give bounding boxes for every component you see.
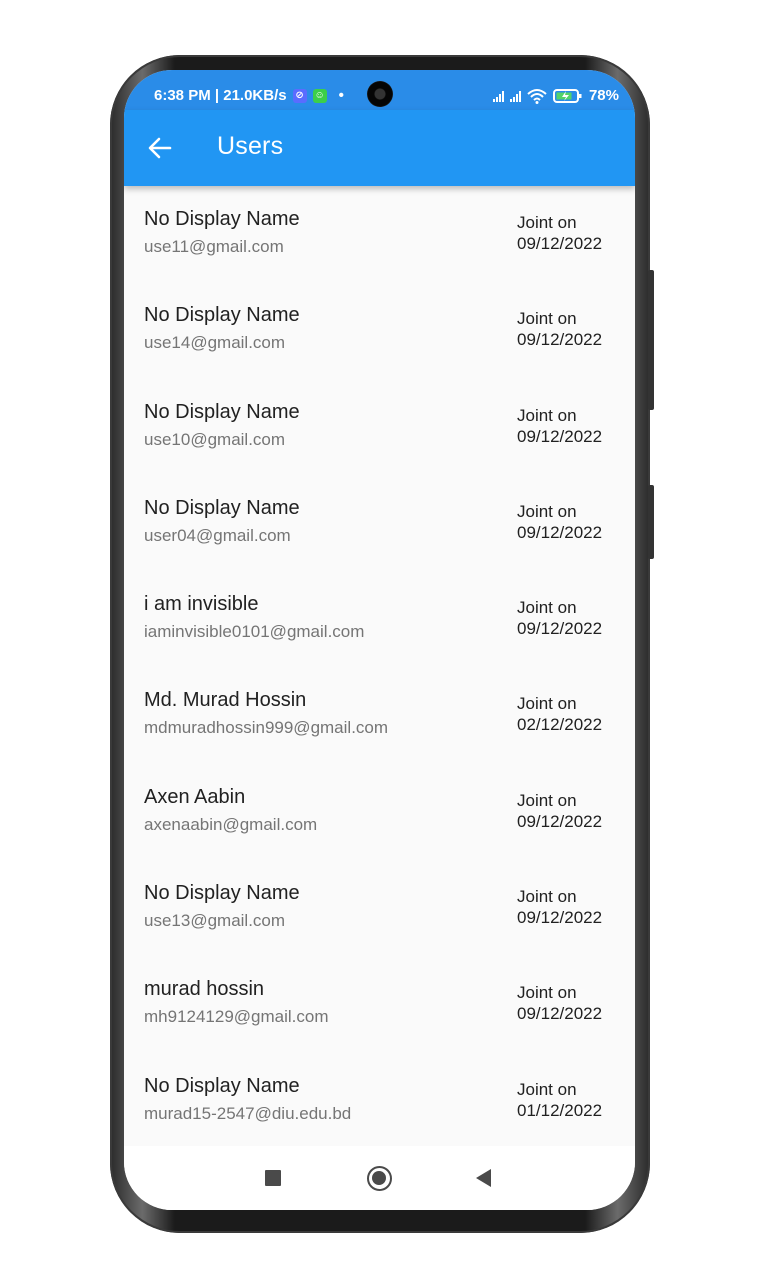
user-name: i am invisible bbox=[144, 593, 259, 616]
status-bar: 6:38 PM | 21.0KB/s ⊘ ☺ • 78% bbox=[124, 70, 635, 114]
system-navigation-bar bbox=[124, 1146, 635, 1210]
user-list-item[interactable]: No Display Name user04@gmail.com Joint o… bbox=[124, 475, 635, 571]
user-list-item[interactable]: murad hossin mh9124129@gmail.com Joint o… bbox=[124, 956, 635, 1052]
joined-label: Joint on bbox=[517, 309, 577, 329]
user-email: iaminvisible0101@gmail.com bbox=[144, 622, 365, 642]
user-email: use11@gmail.com bbox=[144, 237, 284, 256]
joined-label: Joint on bbox=[517, 694, 577, 714]
user-list: No Display Name use11@gmail.com Joint on… bbox=[124, 186, 635, 1149]
joined-date: 09/12/2022 bbox=[517, 522, 603, 542]
joined-label: Joint on bbox=[517, 405, 577, 425]
arrow-left-icon bbox=[148, 137, 172, 159]
user-email: use13@gmail.com bbox=[144, 911, 286, 931]
signal-icon bbox=[492, 90, 504, 102]
user-name: No Display Name bbox=[144, 304, 300, 327]
joined-date: 09/12/2022 bbox=[517, 234, 603, 253]
page-title: Users bbox=[217, 132, 284, 160]
joined-info: Joint on 09/12/2022 bbox=[517, 308, 602, 350]
home-button[interactable] bbox=[367, 1166, 392, 1191]
user-list-item[interactable]: No Display Name use11@gmail.com Joint on… bbox=[124, 186, 635, 282]
user-email: mdmuradhossin999@gmail.com bbox=[144, 718, 389, 738]
power-button bbox=[648, 485, 654, 559]
signal-icon-2 bbox=[509, 90, 521, 102]
user-list-item[interactable]: i am invisible iaminvisible0101@gmail.co… bbox=[124, 571, 635, 667]
user-name: Axen Aabin bbox=[144, 785, 246, 808]
joined-label: Joint on bbox=[517, 887, 577, 907]
joined-info: Joint on 02/12/2022 bbox=[517, 693, 602, 735]
joined-date: 09/12/2022 bbox=[517, 1004, 603, 1024]
app-bar: Users bbox=[124, 110, 635, 186]
user-name: No Display Name bbox=[144, 1074, 300, 1097]
joined-label: Joint on bbox=[517, 598, 577, 618]
joined-date: 02/12/2022 bbox=[517, 715, 603, 735]
joined-info: Joint on 09/12/2022 bbox=[517, 501, 602, 543]
status-dot: • bbox=[338, 87, 344, 104]
joined-date: 09/12/2022 bbox=[517, 619, 603, 639]
joined-date: 09/12/2022 bbox=[517, 426, 603, 446]
user-email: mh9124129@gmail.com bbox=[144, 1007, 329, 1027]
joined-label: Joint on bbox=[517, 213, 577, 232]
user-list-item[interactable]: No Display Name murad15-2547@diu.edu.bd … bbox=[124, 1053, 635, 1149]
user-email: axenaabin@gmail.com bbox=[144, 814, 318, 834]
wifi-icon bbox=[527, 88, 547, 104]
user-name: Md. Murad Hossin bbox=[144, 689, 307, 712]
user-email: user04@gmail.com bbox=[144, 525, 291, 545]
joined-date: 09/12/2022 bbox=[517, 811, 603, 831]
volume-button bbox=[648, 270, 654, 410]
status-time-speed: 6:38 PM | 21.0KB/s bbox=[154, 87, 287, 104]
joined-info: Joint on 09/12/2022 bbox=[517, 790, 602, 832]
front-camera bbox=[367, 81, 393, 107]
recent-apps-button[interactable] bbox=[265, 1170, 281, 1186]
user-name: No Display Name bbox=[144, 496, 300, 519]
joined-info: Joint on 09/12/2022 bbox=[517, 212, 602, 254]
user-name: No Display Name bbox=[144, 882, 300, 905]
back-button[interactable] bbox=[146, 134, 174, 162]
notification-app-icon: ⊘ bbox=[292, 88, 307, 103]
joined-date: 01/12/2022 bbox=[517, 1100, 603, 1120]
joined-info: Joint on 09/12/2022 bbox=[517, 405, 602, 447]
joined-label: Joint on bbox=[517, 790, 577, 810]
joined-label: Joint on bbox=[517, 983, 577, 1003]
joined-info: Joint on 09/12/2022 bbox=[517, 982, 602, 1024]
joined-info: Joint on 01/12/2022 bbox=[517, 1079, 602, 1121]
user-list-item[interactable]: Axen Aabin axenaabin@gmail.com Joint on … bbox=[124, 764, 635, 860]
phone-screen: 6:38 PM | 21.0KB/s ⊘ ☺ • 78% Users No Di… bbox=[124, 70, 635, 1210]
battery-charging-icon bbox=[552, 88, 583, 104]
user-list-item[interactable]: No Display Name use13@gmail.com Joint on… bbox=[124, 860, 635, 956]
joined-date: 09/12/2022 bbox=[517, 330, 603, 350]
user-email: use14@gmail.com bbox=[144, 333, 286, 353]
user-list-item[interactable]: No Display Name use14@gmail.com Joint on… bbox=[124, 282, 635, 378]
user-name: murad hossin bbox=[144, 978, 265, 1001]
android-notification-icon: ☺ bbox=[312, 88, 327, 103]
user-email: murad15-2547@diu.edu.bd bbox=[144, 1103, 352, 1123]
user-list-item[interactable]: Md. Murad Hossin mdmuradhossin999@gmail.… bbox=[124, 667, 635, 763]
joined-label: Joint on bbox=[517, 501, 577, 521]
user-name: No Display Name bbox=[144, 400, 300, 423]
user-name: No Display Name bbox=[144, 208, 300, 230]
joined-date: 09/12/2022 bbox=[517, 908, 603, 928]
battery-percent: 78% bbox=[588, 87, 619, 104]
user-list-item[interactable]: No Display Name use10@gmail.com Joint on… bbox=[124, 379, 635, 475]
system-back-button[interactable] bbox=[476, 1169, 491, 1187]
joined-info: Joint on 09/12/2022 bbox=[517, 597, 602, 639]
joined-info: Joint on 09/12/2022 bbox=[517, 886, 602, 928]
user-email: use10@gmail.com bbox=[144, 429, 286, 449]
joined-label: Joint on bbox=[517, 1079, 577, 1099]
